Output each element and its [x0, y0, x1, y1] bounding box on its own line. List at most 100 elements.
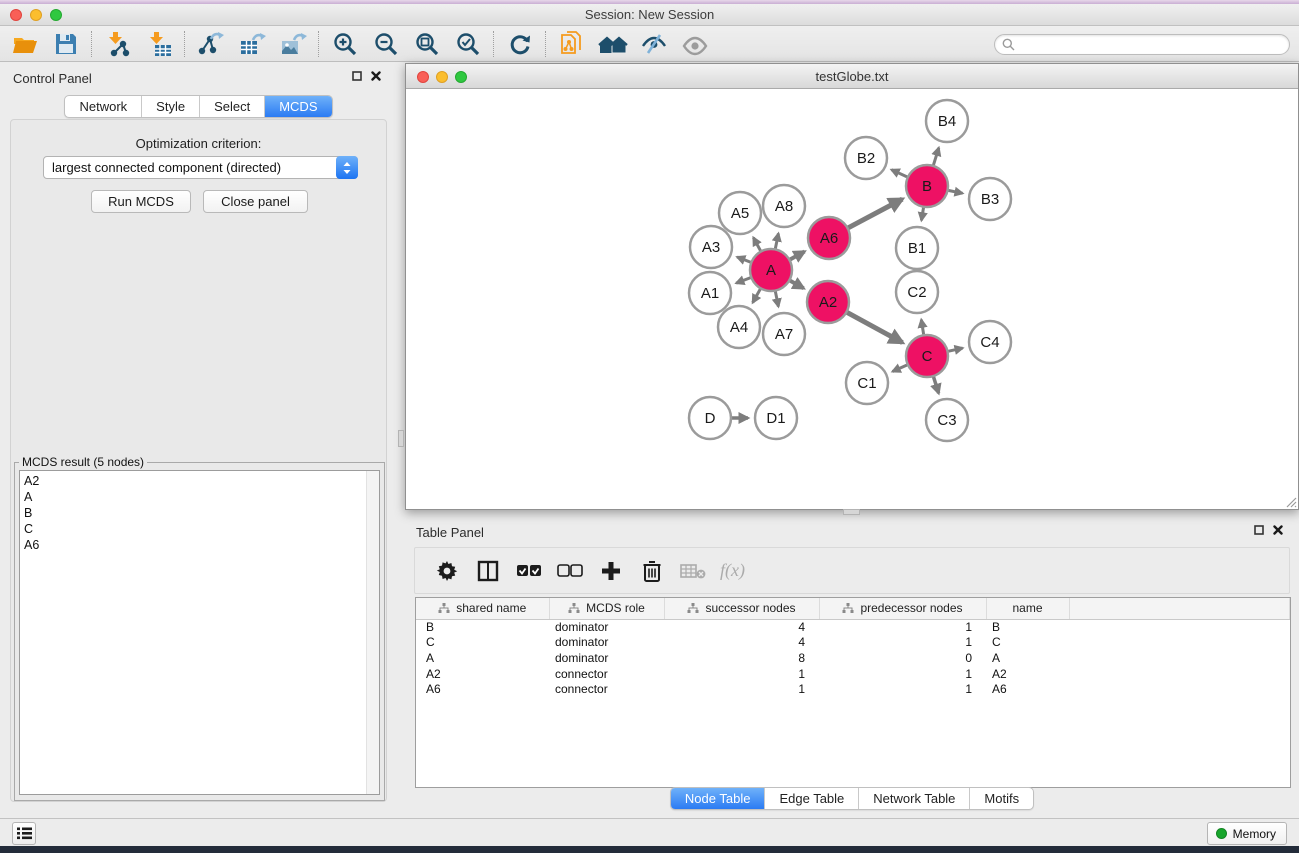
cell[interactable]: dominator	[549, 635, 664, 651]
cell[interactable]: 4	[664, 619, 819, 635]
tab-motifs[interactable]: Motifs	[969, 788, 1033, 809]
tab-mcds[interactable]: MCDS	[264, 96, 331, 117]
cell[interactable]: C	[416, 635, 549, 651]
graph-edge-A-A6[interactable]	[789, 252, 804, 260]
cell[interactable]: A	[416, 650, 549, 666]
graph-edge-A-A4[interactable]	[753, 288, 761, 302]
open-file-button[interactable]	[4, 28, 45, 60]
criterion-dropdown[interactable]: largest connected component (directed)	[43, 156, 358, 179]
cell[interactable]: 1	[819, 681, 986, 697]
zoom-selected-button[interactable]	[447, 28, 488, 60]
split-panel-button[interactable]	[474, 556, 502, 586]
cell[interactable]: A6	[986, 681, 1069, 697]
panel-divider-handle-vertical[interactable]	[398, 430, 404, 447]
cell[interactable]: connector	[549, 666, 664, 682]
save-session-button[interactable]	[45, 28, 86, 60]
mcds-result-item[interactable]: B	[24, 505, 379, 521]
graph-edge-A-A5[interactable]	[753, 238, 761, 252]
redraw-graph-button[interactable]	[499, 28, 540, 60]
search-input[interactable]	[1019, 37, 1289, 53]
table-options-button[interactable]	[433, 556, 461, 586]
export-table-button[interactable]	[231, 28, 272, 60]
table-row-B[interactable]: Bdominator41B	[416, 619, 1290, 635]
graph-edge-A-A2[interactable]	[789, 280, 803, 288]
function-builder-button[interactable]: f(x)	[720, 560, 745, 581]
first-neighbors-button[interactable]	[592, 28, 633, 60]
table-row-A2[interactable]: A2connector11A2	[416, 666, 1290, 682]
tab-select[interactable]: Select	[199, 96, 264, 117]
mcds-result-item[interactable]: A6	[24, 537, 379, 553]
delete-column-button[interactable]	[638, 556, 666, 586]
cell[interactable]: 1	[819, 635, 986, 651]
panel-divider-handle-horizontal[interactable]	[843, 509, 860, 515]
export-network-button[interactable]	[190, 28, 231, 60]
cell[interactable]: C	[986, 635, 1069, 651]
graph-edge-A6-B[interactable]	[848, 199, 903, 228]
cell[interactable]: B	[416, 619, 549, 635]
cell[interactable]: A6	[416, 681, 549, 697]
close-table-panel-icon[interactable]	[1273, 525, 1283, 535]
graph-edge-A-A7[interactable]	[775, 291, 778, 307]
tab-style[interactable]: Style	[141, 96, 199, 117]
mcds-result-item[interactable]: C	[24, 521, 379, 537]
cell[interactable]: 1	[819, 619, 986, 635]
column-header-predecessor-nodes[interactable]: predecessor nodes	[819, 598, 986, 619]
import-table-button[interactable]	[138, 28, 179, 60]
graph-edge-A2-C[interactable]	[846, 312, 902, 343]
column-header-MCDS-role[interactable]: MCDS role	[549, 598, 664, 619]
cell[interactable]: 1	[819, 666, 986, 682]
network-window-titlebar[interactable]: testGlobe.txt	[406, 64, 1298, 89]
graph-edge-A-A3[interactable]	[737, 257, 751, 262]
cell[interactable]: A2	[986, 666, 1069, 682]
tab-node-table[interactable]: Node Table	[671, 788, 765, 809]
network-canvas[interactable]: B4B2BB3A8A5A6A3B1AC2A1A2A4A7C4CC1DD1C3	[406, 89, 1298, 509]
cell[interactable]: 1	[664, 666, 819, 682]
zoom-in-button[interactable]	[324, 28, 365, 60]
run-mcds-button[interactable]: Run MCDS	[91, 190, 191, 213]
copy-network-button[interactable]	[551, 28, 592, 60]
hide-selected-button[interactable]	[633, 28, 674, 60]
tab-edge-table[interactable]: Edge Table	[764, 788, 858, 809]
graph-edge-B-B2[interactable]	[891, 170, 907, 178]
column-header-shared-name[interactable]: shared name	[416, 598, 549, 619]
show-all-button[interactable]	[674, 28, 715, 60]
cell[interactable]: A	[986, 650, 1069, 666]
tab-network[interactable]: Network	[65, 96, 141, 117]
mcds-result-item[interactable]: A2	[24, 473, 379, 489]
deselect-all-columns-button[interactable]	[556, 556, 584, 586]
cell[interactable]: A2	[416, 666, 549, 682]
result-list-scrollbar[interactable]	[366, 471, 379, 794]
memory-button[interactable]: Memory	[1207, 822, 1287, 845]
zoom-out-button[interactable]	[365, 28, 406, 60]
column-header-successor-nodes[interactable]: successor nodes	[664, 598, 819, 619]
graph-edge-C-C1[interactable]	[893, 365, 908, 372]
float-table-panel-icon[interactable]	[1254, 525, 1264, 535]
close-panel-button[interactable]: Close panel	[203, 190, 308, 213]
cell[interactable]: 8	[664, 650, 819, 666]
cell[interactable]: connector	[549, 681, 664, 697]
graph-edge-A-A8[interactable]	[775, 233, 778, 249]
column-header-name[interactable]: name	[986, 598, 1069, 619]
table-row-C[interactable]: Cdominator41C	[416, 635, 1290, 651]
graph-edge-B-B3[interactable]	[948, 190, 963, 193]
import-network-button[interactable]	[97, 28, 138, 60]
graph-edge-C-C3[interactable]	[933, 376, 938, 393]
task-history-button[interactable]	[12, 822, 36, 845]
export-image-button[interactable]	[272, 28, 313, 60]
cell[interactable]: 1	[664, 681, 819, 697]
table-row-A[interactable]: Adominator80A	[416, 650, 1290, 666]
cell[interactable]: dominator	[549, 619, 664, 635]
delete-table-button[interactable]	[679, 556, 707, 586]
table-row-A6[interactable]: A6connector11A6	[416, 681, 1290, 697]
cell[interactable]: B	[986, 619, 1069, 635]
select-all-columns-button[interactable]	[515, 556, 543, 586]
table-header-row[interactable]: shared nameMCDS rolesuccessor nodesprede…	[416, 598, 1290, 619]
tab-network-table[interactable]: Network Table	[858, 788, 969, 809]
cell[interactable]: dominator	[549, 650, 664, 666]
window-resize-grip[interactable]	[1284, 495, 1297, 508]
cell[interactable]: 0	[819, 650, 986, 666]
close-panel-icon[interactable]	[371, 71, 381, 81]
zoom-fit-button[interactable]	[406, 28, 447, 60]
graph-edge-C-C4[interactable]	[947, 348, 962, 351]
add-column-button[interactable]	[597, 556, 625, 586]
